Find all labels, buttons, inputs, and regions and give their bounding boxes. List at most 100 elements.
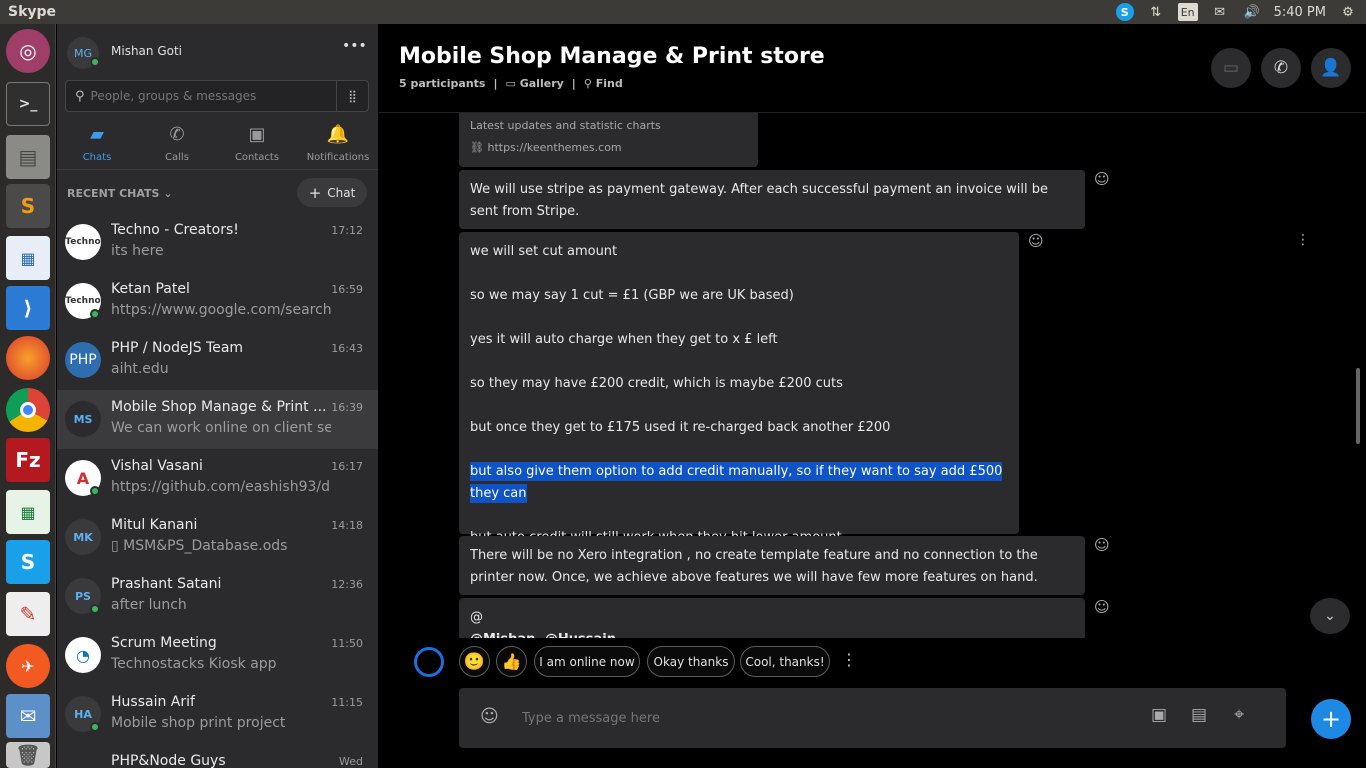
- keyboard-layout-indicator[interactable]: En: [1177, 3, 1198, 21]
- scroll-down-button[interactable]: ⌄: [1310, 598, 1350, 634]
- chat-item[interactable]: HA Hussain Arif Mobile shop print projec…: [57, 685, 378, 744]
- add-attachment-button[interactable]: +: [1311, 699, 1351, 739]
- more-options-icon[interactable]: •••: [342, 38, 367, 54]
- pdf-viewer-icon[interactable]: ✎: [6, 592, 50, 636]
- chat-preview: after lunch: [111, 597, 187, 613]
- document-viewer-icon[interactable]: ▦: [6, 236, 50, 280]
- add-people-button[interactable]: 👤: [1311, 48, 1351, 88]
- message-composer: ☺ ▣ ▤ ⌖: [459, 688, 1286, 748]
- contact-card-icon[interactable]: ▤: [1191, 705, 1207, 725]
- quick-reply-button[interactable]: I am online now: [534, 646, 640, 677]
- more-replies-icon[interactable]: ⋮: [841, 650, 857, 669]
- message-bubble[interactable]: We will use stripe as payment gateway. A…: [459, 170, 1085, 229]
- gallery-link[interactable]: ▭ Gallery: [506, 77, 564, 90]
- separator: |: [493, 77, 498, 90]
- chat-time: 17:12: [331, 224, 363, 237]
- link-preview[interactable]: Latest updates and statistic charts ⛓ ht…: [459, 113, 758, 167]
- message-line: we will set cut amount: [470, 244, 618, 259]
- chat-preview: aiht.edu: [111, 361, 169, 377]
- trash-icon[interactable]: 🗑: [6, 742, 50, 768]
- add-reaction-icon[interactable]: ☺: [1094, 536, 1110, 554]
- bell-icon: 🔔: [326, 124, 350, 145]
- profile-name[interactable]: Mishan Goti: [111, 44, 182, 58]
- media-gallery-icon[interactable]: ▣: [1151, 705, 1167, 725]
- skype-launcher-icon[interactable]: S: [6, 540, 50, 584]
- thumbs-up-button[interactable]: 👍: [496, 646, 527, 677]
- plus-icon: +: [308, 183, 322, 202]
- network-icon[interactable]: ⇅: [1146, 3, 1166, 21]
- message-bubble[interactable]: @ @Mishan, @Hussain: [459, 598, 1085, 638]
- search-input[interactable]: [90, 89, 331, 103]
- chat-item[interactable]: Techno Ketan Patel https://www.google.co…: [57, 272, 378, 331]
- skype-tray-icon[interactable]: S: [1115, 3, 1134, 21]
- audio-call-button[interactable]: ✆: [1261, 48, 1301, 88]
- link-url[interactable]: https://keenthemes.com: [487, 141, 621, 154]
- chat-time: 16:59: [331, 283, 363, 296]
- quick-reply-button[interactable]: Okay thanks: [647, 646, 735, 677]
- volume-icon[interactable]: 🔊: [1242, 3, 1262, 21]
- phone-icon: ✆: [169, 124, 185, 145]
- dialpad-icon[interactable]: ⣿: [336, 81, 368, 111]
- filezilla-icon[interactable]: Fz: [6, 438, 50, 482]
- emoji-picker-icon[interactable]: ☺: [480, 706, 499, 727]
- add-reaction-icon[interactable]: ☺: [1094, 598, 1110, 616]
- postman-icon[interactable]: ✈: [6, 644, 50, 688]
- mail-client-icon[interactable]: ✉: [6, 694, 50, 738]
- plus-icon: +: [1320, 705, 1342, 733]
- add-reaction-icon[interactable]: ☺: [1094, 170, 1110, 188]
- sublime-text-icon[interactable]: S: [6, 184, 50, 228]
- video-call-button[interactable]: ▭: [1211, 48, 1251, 88]
- chats-icon: ▰: [90, 124, 104, 145]
- chat-preview: Mobile shop print project: [111, 715, 286, 731]
- mail-icon[interactable]: ✉: [1210, 3, 1230, 21]
- chat-item[interactable]: MK Mitul Kanani ▯ MSM&PS_Database.ods 14…: [57, 508, 378, 567]
- avatar: ◔: [65, 637, 101, 673]
- search-icon: ⚲: [583, 77, 596, 90]
- firefox-icon[interactable]: [6, 336, 50, 380]
- chat-item[interactable]: ◔ Scrum Meeting Technostacks Kiosk app 1…: [57, 626, 378, 685]
- ubuntu-dash-icon[interactable]: ◎: [6, 29, 50, 73]
- find-link[interactable]: ⚲ Find: [584, 77, 623, 90]
- message-text: We will use stripe as payment gateway. A…: [470, 182, 1048, 219]
- message-options-icon[interactable]: ⋮: [1296, 232, 1310, 248]
- smiley-reaction-button[interactable]: 🙂: [459, 646, 490, 677]
- chat-time: 16:17: [331, 460, 363, 473]
- chat-item[interactable]: PHP&Node Guys Wed: [57, 744, 378, 768]
- tab-contacts[interactable]: ▣ Contacts: [217, 124, 297, 163]
- chat-item[interactable]: A Vishal Vasani https://github.com/eashi…: [57, 449, 378, 508]
- search-box[interactable]: ⚲ ⣿: [65, 80, 369, 112]
- chat-item-active[interactable]: MS Mobile Shop Manage & Print ... We can…: [57, 390, 378, 449]
- recent-chats-label[interactable]: RECENT CHATS ⌄: [67, 187, 173, 200]
- online-status-dot: [90, 604, 100, 614]
- link-icon: ⛓: [470, 141, 488, 154]
- divider: [57, 169, 378, 170]
- message-bubble[interactable]: we will set cut amount so we may say 1 c…: [459, 232, 1019, 545]
- scrollbar-thumb[interactable]: [1356, 368, 1360, 444]
- add-reaction-icon[interactable]: ☺: [1028, 232, 1044, 250]
- tab-notifications[interactable]: 🔔 Notifications: [298, 124, 378, 163]
- vscode-icon[interactable]: ⟩: [6, 286, 50, 330]
- chat-item[interactable]: Techno Techno - Creators! its here 17:12: [57, 213, 378, 272]
- tab-chats[interactable]: ▰ Chats: [57, 124, 137, 163]
- spreadsheet-icon[interactable]: ▦: [6, 490, 50, 534]
- clock[interactable]: 5:40 PM: [1274, 5, 1326, 20]
- file-icon: ▯: [111, 538, 124, 554]
- tab-calls[interactable]: ✆ Calls: [137, 124, 217, 163]
- participants-link[interactable]: 5 participants: [399, 77, 485, 90]
- message-input[interactable]: [522, 706, 1082, 730]
- chat-name: Prashant Satani: [111, 576, 222, 592]
- quick-reply-button[interactable]: Cool, thanks!: [740, 646, 830, 677]
- app-title: Skype: [8, 4, 57, 20]
- new-chat-button[interactable]: + Chat: [297, 178, 367, 207]
- chat-item[interactable]: PS Prashant Satani after lunch 12:36: [57, 567, 378, 626]
- settings-gear-icon[interactable]: ⚙: [1338, 3, 1358, 21]
- message-bubble[interactable]: There will be no Xero integration , no c…: [459, 536, 1085, 595]
- typing-indicator: [414, 647, 444, 677]
- chrome-icon[interactable]: [6, 388, 50, 432]
- mentions: @Mishan, @Hussain: [470, 629, 1074, 638]
- avatar: MK: [65, 519, 101, 555]
- terminal-icon[interactable]: >_: [6, 82, 50, 126]
- chat-item[interactable]: PHP PHP / NodeJS Team aiht.edu 16:43: [57, 331, 378, 390]
- location-pin-icon[interactable]: ⌖: [1234, 704, 1244, 725]
- file-manager-icon[interactable]: ▤: [6, 135, 50, 179]
